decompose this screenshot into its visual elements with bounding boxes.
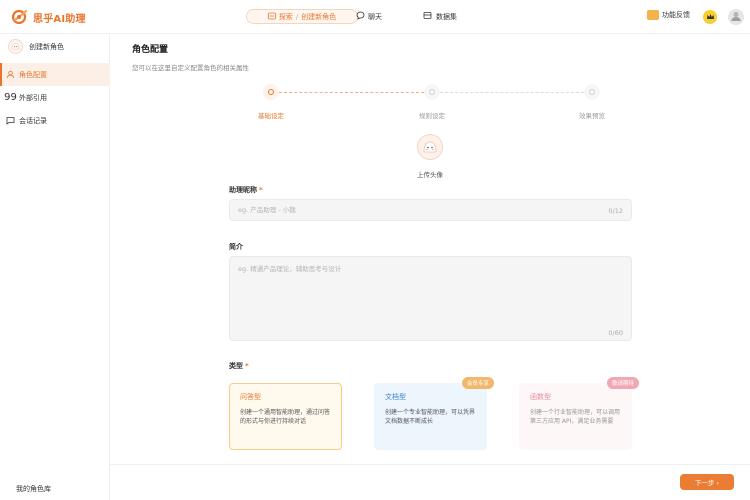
sidebar-item-label: 角色配置 [19, 70, 47, 79]
nav-dataset-label: 数据集 [436, 12, 457, 21]
step-3-label: 效果预览 [579, 112, 605, 120]
step-connector [279, 92, 424, 93]
intro-field-label: 简介 [229, 243, 243, 251]
user-icon [6, 70, 15, 79]
sidebar-new-role[interactable]: 创建新角色 [8, 39, 64, 54]
feedback-label: 功能反馈 [662, 11, 690, 19]
upload-avatar-label: 上传头像 [417, 171, 443, 179]
step-connector [440, 92, 584, 93]
sidebar-item-chat-history[interactable]: 会话记录 [0, 109, 110, 132]
nav-breadcrumb-pill[interactable]: 探索 / 创建新角色 [246, 9, 358, 24]
required-mark: * [259, 186, 263, 194]
page-subtitle: 您可以在这里自定义配置角色的相关属性 [132, 64, 249, 72]
step-2-indicator[interactable] [424, 84, 440, 100]
sidebar-menu: 角色配置 99 外部引用 会话记录 [0, 63, 110, 132]
member-badge: 会员专享 [461, 377, 494, 389]
step-1-indicator[interactable] [263, 84, 279, 100]
step-1-label: 基础设定 [258, 112, 284, 120]
step-dot-icon [268, 89, 274, 95]
brand-name: 思乎AI助理 [33, 13, 86, 25]
type-card-qa[interactable]: 问答型 创建一个通用智能助理，通过问答的形式与你进行持续对话 [229, 383, 342, 450]
type-card-function: 敬请期待 函数型 创建一个行业智能助理，可以调用第三方应用 API，满足业务需要 [519, 377, 639, 450]
feedback-icon [647, 10, 659, 20]
type-card-desc: 创建一个专业智能助理，可以凭界文档数据不断成长 [385, 409, 476, 425]
sidebar-item-external-ref[interactable]: 99 外部引用 [0, 86, 110, 109]
role-avatar-icon [8, 39, 23, 54]
quote-icon: 99 [4, 92, 17, 103]
brand[interactable]: 思乎AI助理 [10, 9, 86, 25]
nav-create-role[interactable]: 创建新角色 [301, 12, 336, 22]
user-avatar[interactable] [728, 9, 744, 25]
type-label-text: 类型 [229, 362, 243, 370]
compass-icon [267, 12, 276, 22]
bottom-divider [110, 464, 750, 465]
intro-counter: 0/60 [608, 329, 623, 337]
brand-logo-icon [10, 9, 30, 25]
name-field-label: 助理昵称 * [229, 185, 263, 195]
required-mark: * [245, 362, 249, 370]
mascot-avatar-icon [423, 141, 437, 153]
next-step-button[interactable]: 下一步 › [680, 474, 734, 490]
type-card-title: 文档型 [385, 393, 406, 401]
type-card-desc: 创建一个通用智能助理，通过问答的形式与你进行持续对话 [240, 409, 331, 425]
feedback-button[interactable]: 功能反馈 [647, 10, 690, 20]
nav-separator: / [295, 12, 299, 21]
upload-avatar-button[interactable] [417, 134, 443, 160]
nav-chat[interactable]: 聊天 [356, 11, 382, 22]
step-dot-icon [589, 89, 595, 95]
name-label-text: 助理昵称 [229, 186, 257, 194]
nav-chat-label: 聊天 [368, 12, 382, 21]
nav-dataset[interactable]: 数据集 [423, 11, 457, 22]
sidebar-item-label: 会话记录 [19, 116, 47, 125]
main-content: 角色配置 您可以在这里自定义配置角色的相关属性 基础设定 规则设定 效果预览 上… [110, 34, 750, 500]
type-label: 类型 * [229, 361, 249, 371]
coming-soon-badge: 敬请期待 [606, 377, 639, 389]
nav-explore[interactable]: 探索 [279, 12, 293, 22]
type-card-title: 函数型 [530, 393, 551, 401]
database-icon [423, 11, 432, 22]
sidebar-item-label: 外部引用 [19, 93, 47, 102]
type-card-title: 问答型 [240, 393, 261, 401]
step-2-label: 规则设定 [419, 112, 445, 120]
page-title: 角色配置 [132, 45, 169, 55]
sidebar: 创建新角色 角色配置 99 外部引用 会话记录 我的角色库 [0, 34, 110, 500]
type-card-desc: 创建一个行业智能助理，可以调用第三方应用 API，满足业务需要 [530, 409, 621, 425]
type-card-document[interactable]: 会员专享 文档型 创建一个专业智能助理，可以凭界文档数据不断成长 [374, 377, 494, 450]
sidebar-item-role-config[interactable]: 角色配置 [0, 63, 110, 86]
name-counter: 0/12 [608, 207, 623, 215]
name-field: 0/12 [229, 199, 632, 221]
sidebar-new-role-label: 创建新角色 [29, 42, 64, 51]
intro-field: 0/60 [229, 256, 632, 341]
stepper: 基础设定 规则设定 效果预览 [110, 84, 750, 124]
intro-textarea[interactable] [230, 257, 631, 340]
step-dot-icon [429, 89, 435, 95]
top-header: 思乎AI助理 探索 / 创建新角色 聊天 数据集 功能反馈 [0, 0, 750, 34]
vip-crown-icon[interactable] [703, 10, 717, 24]
sidebar-my-roles[interactable]: 我的角色库 [16, 484, 51, 494]
step-3-indicator[interactable] [584, 84, 600, 100]
name-input[interactable] [230, 200, 631, 220]
chat-bubble-icon [356, 11, 365, 22]
chat-icon [6, 116, 15, 125]
